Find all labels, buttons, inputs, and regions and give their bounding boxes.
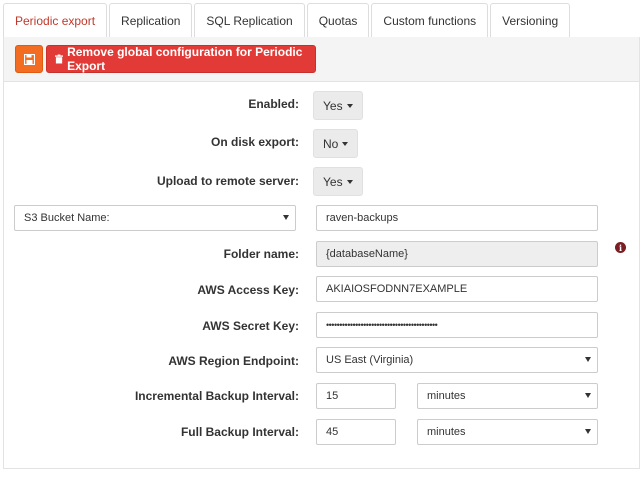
- floppy-disk-icon: [23, 53, 35, 65]
- tab-versioning[interactable]: Versioning: [490, 3, 571, 38]
- upload-remote-dropdown[interactable]: Yes: [313, 167, 363, 196]
- incremental-unit-select[interactable]: minutes: [417, 383, 598, 409]
- aws-region-select[interactable]: US East (Virginia): [316, 347, 598, 373]
- chevron-down-icon: [585, 393, 591, 398]
- full-interval-value: 45: [326, 426, 339, 438]
- bucket-type-select[interactable]: S3 Bucket Name:: [14, 205, 296, 231]
- incremental-interval-label: Incremental Backup Interval:: [134, 389, 299, 403]
- caret-down-icon: [342, 141, 349, 146]
- full-unit-value: minutes: [427, 426, 466, 438]
- remove-button-label: Remove global configuration for Periodic…: [67, 45, 303, 73]
- aws-secret-key-value: ••••••••••••••••••••••••••••••••••••••••…: [326, 320, 438, 330]
- caret-down-icon: [346, 179, 353, 184]
- tab-bar: Periodic export Replication SQL Replicat…: [3, 3, 572, 38]
- remove-global-config-button[interactable]: Remove global configuration for Periodic…: [46, 45, 316, 73]
- tab-quotas[interactable]: Quotas: [306, 3, 370, 38]
- tab-replication[interactable]: Replication: [109, 3, 193, 38]
- upload-remote-value: Yes: [323, 174, 343, 189]
- aws-region-label: AWS Region Endpoint:: [168, 354, 299, 368]
- enabled-value: Yes: [323, 98, 343, 113]
- full-interval-input[interactable]: 45: [316, 419, 396, 445]
- incremental-interval-value: 15: [326, 390, 339, 402]
- on-disk-export-dropdown[interactable]: No: [313, 129, 359, 158]
- trash-icon: [55, 54, 64, 64]
- chevron-down-icon: [283, 215, 289, 220]
- upload-remote-label: Upload to remote server:: [156, 174, 299, 188]
- bucket-name-value: raven-backups: [326, 212, 399, 224]
- aws-access-key-input[interactable]: AKIAIOSFODNN7EXAMPLE: [316, 276, 598, 302]
- tab-custom-functions[interactable]: Custom functions: [371, 3, 489, 38]
- full-interval-label: Full Backup Interval:: [180, 425, 299, 439]
- aws-access-key-label: AWS Access Key:: [197, 283, 299, 297]
- toolbar: Remove global configuration for Periodic…: [4, 37, 639, 82]
- enabled-label: Enabled:: [248, 97, 299, 111]
- folder-name-label: Folder name:: [223, 247, 299, 261]
- chevron-down-icon: [585, 357, 591, 362]
- aws-region-value: US East (Virginia): [326, 354, 414, 366]
- save-button[interactable]: [15, 45, 43, 73]
- incremental-unit-value: minutes: [427, 390, 466, 402]
- tab-periodic-export[interactable]: Periodic export: [3, 3, 108, 38]
- bucket-name-input[interactable]: raven-backups: [316, 205, 598, 231]
- folder-name-value: {databaseName}: [326, 248, 408, 260]
- on-disk-export-value: No: [323, 136, 339, 151]
- bucket-type-value: S3 Bucket Name:: [24, 212, 110, 224]
- tab-sql-replication[interactable]: SQL Replication: [194, 3, 305, 38]
- incremental-interval-input[interactable]: 15: [316, 383, 396, 409]
- full-unit-select[interactable]: minutes: [417, 419, 598, 445]
- aws-secret-key-label: AWS Secret Key:: [202, 319, 299, 333]
- caret-down-icon: [346, 103, 353, 108]
- aws-secret-key-input[interactable]: ••••••••••••••••••••••••••••••••••••••••…: [316, 312, 598, 338]
- on-disk-export-label: On disk export:: [210, 135, 299, 149]
- folder-name-input[interactable]: {databaseName}: [316, 241, 598, 267]
- enabled-dropdown[interactable]: Yes: [313, 91, 363, 120]
- chevron-down-icon: [585, 429, 591, 434]
- info-icon[interactable]: i: [615, 242, 626, 253]
- aws-access-key-value: AKIAIOSFODNN7EXAMPLE: [326, 283, 468, 295]
